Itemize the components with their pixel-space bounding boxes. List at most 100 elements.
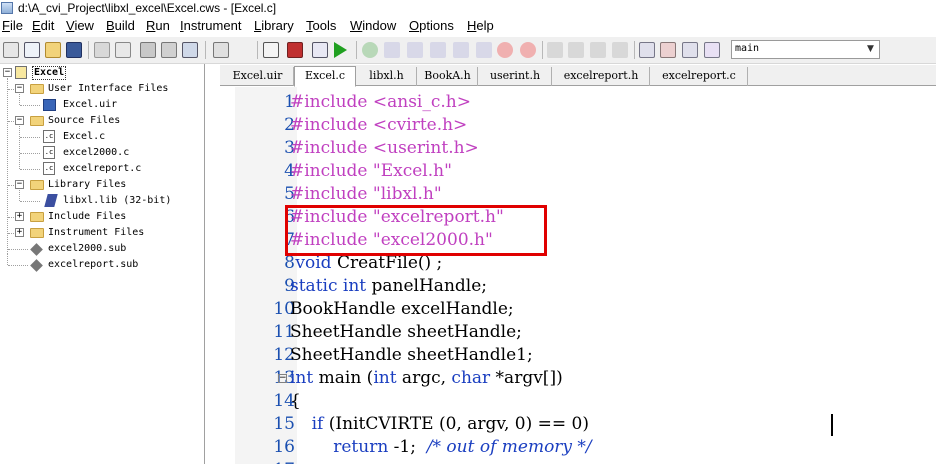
tree-item-excel-uir[interactable]: Excel.uir — [63, 98, 117, 112]
code-line: #include <cvirte.h> — [290, 115, 468, 135]
new-file-icon[interactable] — [24, 42, 40, 58]
toggle-breakpoint-icon[interactable] — [520, 42, 536, 58]
watch-icon[interactable] — [568, 42, 584, 58]
tree-folder-include-files[interactable]: Include Files — [48, 210, 126, 224]
menu-window[interactable]: Window — [350, 18, 396, 33]
cut-icon[interactable] — [94, 42, 110, 58]
line-number: 4 — [284, 161, 295, 181]
line-number: 1 — [284, 92, 295, 112]
line-number: 12 — [273, 345, 295, 365]
save-icon[interactable] — [66, 42, 82, 58]
tree-folder-source-files[interactable]: Source Files — [48, 114, 120, 128]
menu-file[interactable]: File — [2, 18, 23, 33]
menu-library[interactable]: Library — [254, 18, 294, 33]
menu-help[interactable]: Help — [467, 18, 494, 33]
clear-bookmark-icon[interactable] — [660, 42, 676, 58]
tab-libxl-h[interactable]: libxl.h — [357, 67, 417, 86]
line-number: 5 — [284, 184, 295, 204]
c-file-icon: .c — [43, 146, 55, 159]
step-out-icon[interactable] — [430, 42, 446, 58]
toggle-ui-files[interactable]: − — [15, 84, 24, 93]
code-editor[interactable]: 1 2 3 4 5 6 7 8 9 10 11 12 13 14 15 16 1… — [220, 87, 936, 464]
code-line: if (InitCVIRTE (0, argv, 0) == 0) — [311, 414, 589, 434]
undo-icon[interactable] — [161, 42, 177, 58]
library-file-icon — [44, 194, 58, 207]
paste-icon[interactable] — [140, 42, 156, 58]
tree-view-icon[interactable] — [547, 42, 563, 58]
tree-item-excelreport-sub[interactable]: excelreport.sub — [48, 258, 138, 272]
menu-run[interactable]: Run — [146, 18, 170, 33]
step-into-icon[interactable] — [384, 42, 400, 58]
tree-item-excel2000-c[interactable]: excel2000.c — [63, 146, 129, 160]
go-icon[interactable] — [362, 42, 378, 58]
tree-item-excelreport-c[interactable]: excelreport.c — [63, 162, 141, 176]
editor-tabs: Excel.uir Excel.c libxl.h BookA.h userin… — [220, 65, 936, 87]
menu-edit[interactable]: Edit — [32, 18, 54, 33]
code-line: { — [290, 391, 301, 411]
menu-instrument[interactable]: Instrument — [180, 18, 241, 33]
menu-build[interactable]: Build — [106, 18, 135, 33]
run-icon[interactable] — [334, 42, 347, 58]
line-number: 16 — [273, 437, 295, 457]
code-line: static int panelHandle; — [290, 276, 487, 296]
tree-item-excel2000-sub[interactable]: excel2000.sub — [48, 242, 126, 256]
function-combo-value: main — [735, 43, 760, 54]
c-file-icon: .c — [43, 130, 55, 143]
tab-excel-uir[interactable]: Excel.uir — [222, 67, 294, 86]
menu-options[interactable]: Options — [409, 18, 454, 33]
function-panel-icon[interactable] — [612, 42, 628, 58]
folder-icon — [30, 212, 44, 222]
goto-icon[interactable] — [682, 42, 698, 58]
fold-toggle-main[interactable]: − — [278, 374, 287, 383]
code-line: #include <userint.h> — [290, 138, 479, 158]
tree-folder-instrument-files[interactable]: Instrument Files — [48, 226, 144, 240]
stop-execution-icon[interactable] — [497, 42, 513, 58]
redo-icon[interactable] — [182, 42, 198, 58]
find-icon[interactable] — [213, 42, 229, 58]
tree-item-libxl-lib[interactable]: libxl.lib (32-bit) — [63, 194, 171, 208]
debug-icon[interactable] — [287, 42, 303, 58]
line-number: 11 — [273, 322, 295, 342]
tab-excelreport-c[interactable]: excelreport.c — [651, 67, 748, 86]
tree-root-excel[interactable]: Excel — [32, 66, 67, 80]
sub-file-icon — [30, 259, 43, 272]
toggle-library-files[interactable]: − — [15, 180, 24, 189]
breakpoint-gutter[interactable] — [220, 87, 235, 464]
c-file-icon: .c — [43, 162, 55, 175]
open-icon[interactable] — [45, 42, 61, 58]
tree-item-excel-c[interactable]: Excel.c — [63, 130, 105, 144]
menu-view[interactable]: View — [66, 18, 94, 33]
line-number: 14 — [273, 391, 295, 411]
bookmark-icon[interactable] — [639, 42, 655, 58]
copy-icon[interactable] — [115, 42, 131, 58]
line-number: 3 — [284, 138, 295, 158]
compile-icon[interactable] — [312, 42, 328, 58]
finish-icon[interactable] — [453, 42, 469, 58]
collapse-root-toggle[interactable]: − — [3, 68, 12, 77]
variables-icon[interactable] — [590, 42, 606, 58]
sub-file-icon — [30, 243, 43, 256]
chevron-down-icon[interactable]: ▼ — [862, 41, 879, 58]
toggle-source-files[interactable]: − — [15, 116, 24, 125]
print-icon[interactable] — [704, 42, 720, 58]
menu-bar: File Edit View Build Run Instrument Libr… — [0, 16, 936, 36]
toggle-include-files[interactable]: + — [15, 212, 24, 221]
function-combo[interactable]: main ▼ — [731, 40, 880, 59]
tab-userint-h[interactable]: userint.h — [479, 67, 552, 86]
tab-excel-c[interactable]: Excel.c — [294, 66, 356, 87]
new-project-icon[interactable] — [3, 42, 19, 58]
tree-folder-ui-files[interactable]: User Interface Files — [48, 82, 168, 96]
folder-icon — [30, 180, 44, 190]
tab-excelreport-h[interactable]: excelreport.h — [553, 67, 650, 86]
step-over-icon[interactable] — [407, 42, 423, 58]
tree-folder-library-files[interactable]: Library Files — [48, 178, 126, 192]
break-icon[interactable] — [476, 42, 492, 58]
code-area[interactable]: #include <ansi_c.h> #include <cvirte.h> … — [290, 87, 936, 464]
toggle-instrument-files[interactable]: + — [15, 228, 24, 237]
tab-booka-h[interactable]: BookA.h — [418, 67, 478, 86]
project-tree: − Excel − User Interface Files Excel.uir… — [0, 64, 205, 464]
line-number: 10 — [273, 299, 295, 319]
highlight-box — [285, 205, 547, 256]
build-icon[interactable] — [263, 42, 279, 58]
menu-tools[interactable]: Tools — [306, 18, 336, 33]
